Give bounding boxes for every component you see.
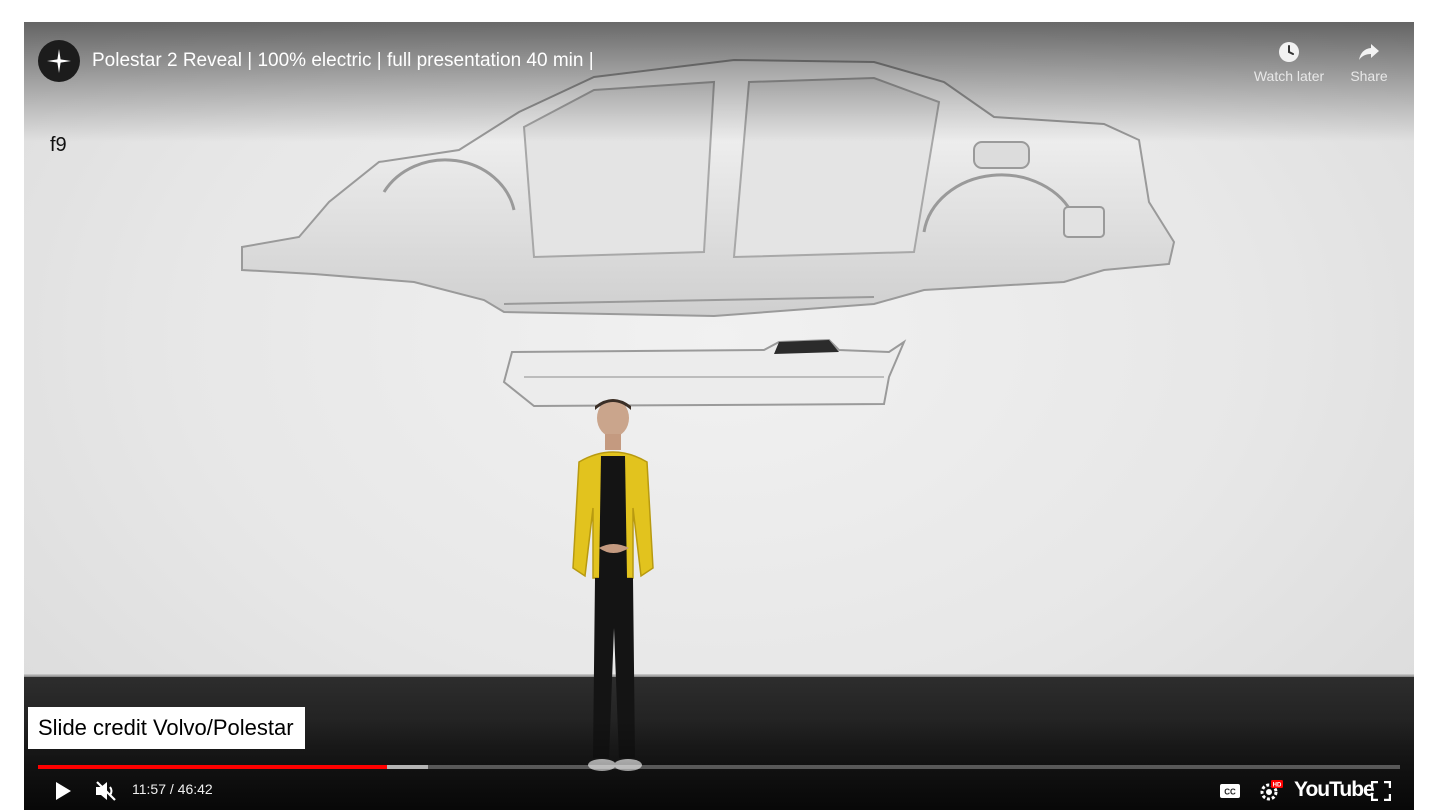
- watch-later-label: Watch later: [1253, 68, 1325, 84]
- time-display: 11:57 / 46:42: [132, 781, 213, 797]
- mute-button[interactable]: [92, 778, 120, 804]
- clock-icon: [1279, 42, 1299, 62]
- fullscreen-icon: [1371, 781, 1391, 801]
- share-arrow-icon: [1359, 44, 1379, 60]
- share-button[interactable]: Share: [1324, 40, 1414, 84]
- figure-label: f9: [50, 134, 67, 156]
- presenter-figure: [572, 399, 654, 771]
- watch-later-button[interactable]: Watch later: [1244, 40, 1334, 84]
- play-button[interactable]: [50, 778, 76, 804]
- progress-played: [38, 765, 388, 769]
- captions-button[interactable]: CC: [1216, 778, 1244, 804]
- control-bar: 11:57 / 46:42 CC HD YouTube: [24, 774, 1414, 810]
- settings-gear-hd-icon: HD: [1260, 780, 1283, 801]
- youtube-logo[interactable]: YouTube: [1294, 778, 1375, 802]
- video-player[interactable]: Polestar 2 Reveal | 100% electric | full…: [24, 22, 1414, 810]
- polestar-star-icon: [47, 49, 71, 73]
- share-label: Share: [1350, 68, 1388, 84]
- top-gradient: [24, 22, 1414, 142]
- slide-credit: Slide credit Volvo/Polestar: [28, 707, 305, 749]
- svg-text:CC: CC: [1224, 788, 1236, 797]
- settings-button[interactable]: HD: [1256, 778, 1286, 804]
- captions-icon: CC: [1220, 784, 1240, 798]
- video-title[interactable]: Polestar 2 Reveal | 100% electric | full…: [92, 50, 594, 72]
- svg-text:HD: HD: [1273, 783, 1282, 789]
- muted-speaker-icon: [96, 781, 116, 801]
- fullscreen-button[interactable]: [1368, 778, 1394, 804]
- progress-bar[interactable]: [38, 765, 1400, 769]
- channel-avatar[interactable]: [38, 40, 80, 82]
- play-icon: [56, 782, 71, 800]
